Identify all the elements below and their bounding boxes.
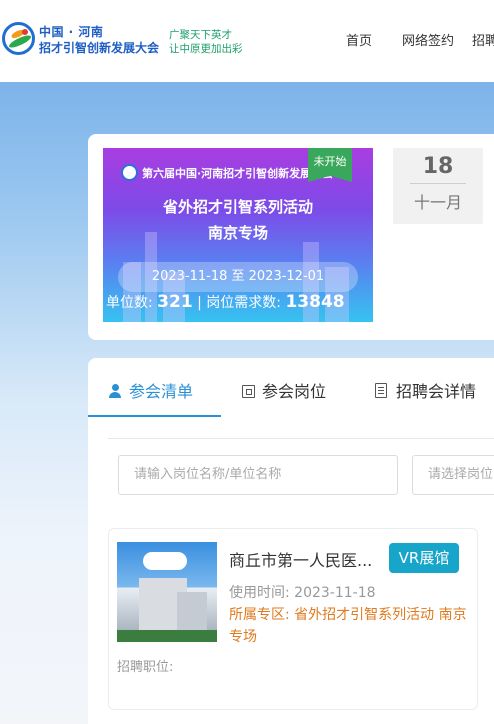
person-icon — [108, 384, 122, 398]
jobs-value: 13848 — [285, 292, 345, 312]
banner-subtitle: 省外招才引智系列活动 — [162, 198, 313, 216]
slogan-line1: 广聚天下英才 — [169, 29, 232, 41]
nav-home[interactable]: 首页 — [346, 30, 372, 49]
date-divider — [410, 183, 466, 184]
company-name[interactable]: 商丘市第一人民医... — [229, 547, 372, 571]
logo-line1: 中国 · 河南 — [39, 25, 104, 39]
tabs-divider — [108, 438, 494, 439]
active-tab-indicator — [88, 415, 221, 417]
tab-participant-jobs[interactable]: 参会岗位 — [262, 378, 326, 402]
job-fair-banner[interactable]: 第六届中国·河南招才引智创新发展大会 省外招才引智系列活动 南京专场 未开始 2… — [103, 148, 373, 322]
keyword-search-input[interactable]: 请输入岗位名称/单位名称 — [118, 455, 398, 495]
briefcase-icon — [242, 385, 255, 398]
zone-label: 所属专区: — [229, 607, 290, 623]
logo-line2: 招才引智创新发展大会 — [39, 41, 160, 55]
use-time: 使用时间: 2023-11-18 — [229, 582, 376, 602]
nav-online-signing[interactable]: 网络签约 — [402, 30, 454, 49]
tab-fair-details[interactable]: 招聘会详情 — [396, 378, 476, 402]
banner-city: 南京专场 — [207, 224, 268, 242]
nav-recruitment[interactable]: 招聘 — [472, 30, 494, 49]
units-value: 321 — [157, 292, 193, 312]
jobs-label: | 岗位需求数: — [192, 295, 286, 311]
fair-month: 十一月 — [413, 193, 462, 212]
site-header: 中国 · 河南 招才引智创新发展大会 广聚天下英才 让中原更加出彩 首页 网络签… — [0, 0, 494, 82]
use-time-value: 2023-11-18 — [294, 585, 376, 601]
banner-logo-icon — [121, 164, 138, 181]
document-icon — [375, 383, 387, 398]
tab-participant-list[interactable]: 参会清单 — [129, 378, 193, 402]
vr-hall-button[interactable]: VR展馆 — [389, 543, 459, 573]
company-photo[interactable] — [117, 542, 217, 642]
fair-date-box: 18 十一月 — [393, 148, 483, 224]
company-zone: 所属专区: 省外招才引智系列活动 南京专场 — [229, 604, 469, 648]
fair-day: 18 — [422, 154, 454, 179]
banner-title: 第六届中国·河南招才引智创新发展大会 — [142, 167, 334, 180]
slogan-line2: 让中原更加出彩 — [169, 43, 243, 55]
job-type-select[interactable]: 请选择岗位 — [412, 455, 494, 495]
fair-date-range: 2023-11-18 至 2023-12-01 — [118, 262, 358, 292]
use-time-label: 使用时间: — [229, 585, 290, 601]
recruit-positions-label: 招聘职位: — [117, 660, 174, 675]
fair-stats: 单位数: 321 | 岗位需求数: 13848 — [106, 292, 345, 312]
units-label: 单位数: — [106, 295, 158, 311]
conference-logo-icon[interactable] — [2, 22, 35, 55]
